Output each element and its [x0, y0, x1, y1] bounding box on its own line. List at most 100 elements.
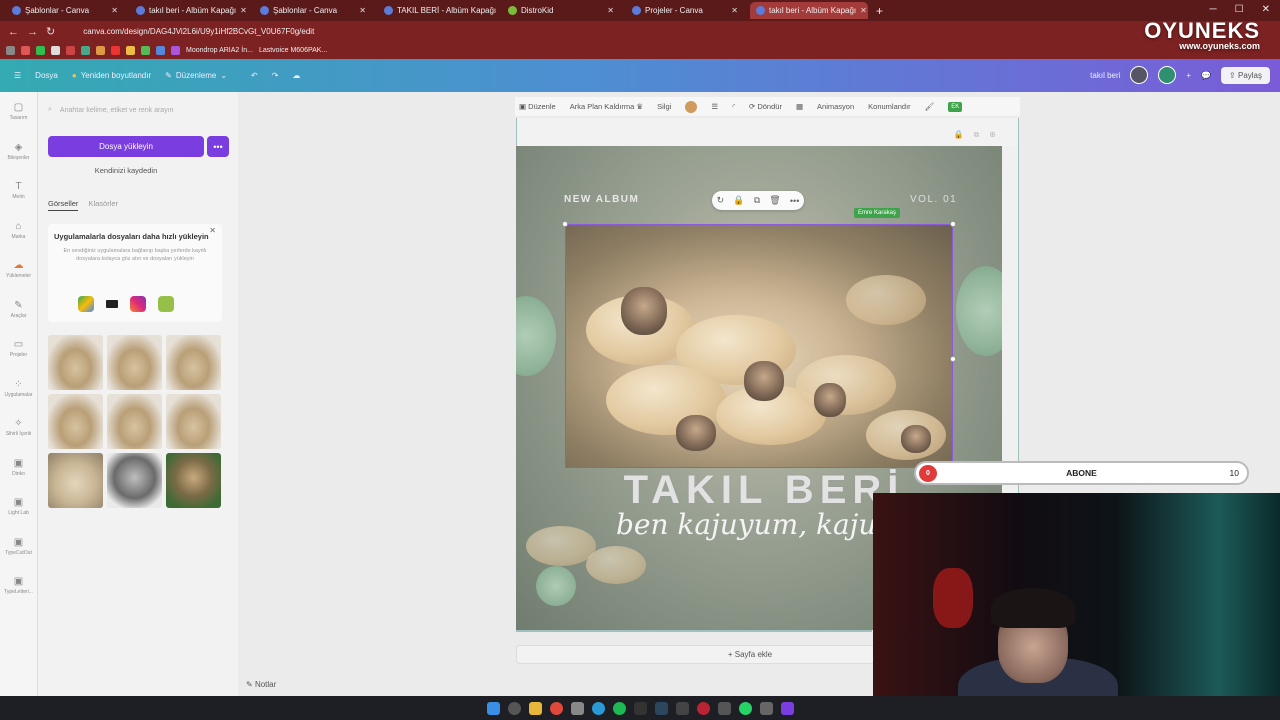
doc-title[interactable]: takıl beri	[1090, 71, 1120, 80]
bg-remove-button[interactable]: Arka Plan Kaldırma ♛	[570, 102, 643, 111]
resize-button[interactable]: ● Yeniden boyutlandır	[72, 71, 151, 80]
bookmark-icon[interactable]	[171, 46, 180, 55]
reload-icon[interactable]: ↻	[46, 25, 55, 38]
browser-tab-active[interactable]: takıl beri - Albüm Kapağı ✕	[750, 2, 868, 19]
bookmark-icon[interactable]	[141, 46, 150, 55]
app-icon[interactable]	[759, 701, 773, 715]
uploaded-image-thumb[interactable]	[107, 453, 162, 508]
dropbox-icon[interactable]	[106, 300, 118, 308]
spotify-icon[interactable]	[612, 701, 626, 715]
browser-tab[interactable]: DistroKid ✕	[502, 2, 620, 19]
bookmark-icon[interactable]	[81, 46, 90, 55]
back-icon[interactable]: ←	[8, 26, 19, 38]
search-input[interactable]: ⌕ Anahtar kelime, etiket ve renk arayın	[48, 106, 174, 114]
browser-tab[interactable]: Projeler - Canva ✕	[626, 2, 744, 19]
rail-item-elements[interactable]: ◈ Bileşenler	[0, 132, 37, 172]
tab-folders[interactable]: Klasörler	[88, 199, 118, 211]
uploaded-image-thumb[interactable]	[48, 453, 103, 508]
upload-files-button[interactable]: Dosya yükleyin	[48, 136, 204, 157]
add-page-icon[interactable]: ⊕	[989, 130, 996, 140]
rail-item-design[interactable]: ▢ Tasarım	[0, 92, 37, 132]
browser-tab[interactable]: Şablonlar - Canva ✕	[6, 2, 124, 19]
whatsapp-icon[interactable]	[738, 701, 752, 715]
trash-icon[interactable]: 🗑	[769, 195, 780, 206]
bookmark-icon[interactable]	[21, 46, 30, 55]
redo-icon[interactable]: ↷	[272, 71, 279, 80]
rail-item-brand[interactable]: ⌂ Marka	[0, 211, 37, 251]
apps-icon[interactable]	[6, 46, 15, 55]
rail-item-apps[interactable]: ⁘ Uygulamalar	[0, 369, 37, 409]
position-button[interactable]: Konumlandır	[868, 102, 911, 111]
bookmark-icon[interactable]	[51, 46, 60, 55]
edit-image-button[interactable]: ▣ Düzenle	[519, 102, 556, 111]
bookmark-icon[interactable]	[111, 46, 120, 55]
browser-tab[interactable]: Şablonlar - Canva ✕	[254, 2, 372, 19]
avatar[interactable]	[1130, 66, 1149, 84]
instagram-icon[interactable]	[130, 296, 146, 312]
bookmark-link[interactable]: Moondrop ARIA2 İn...	[186, 47, 253, 54]
chrome-icon[interactable]	[549, 701, 563, 715]
avatar[interactable]	[1158, 66, 1177, 84]
undo-icon[interactable]: ↶	[251, 71, 258, 80]
add-collaborator-icon[interactable]: +	[1186, 71, 1191, 80]
app-icon[interactable]	[717, 701, 731, 715]
rail-item-text[interactable]: T Metin	[0, 171, 37, 211]
rail-item-magic[interactable]: ✧ Sihirli İçerik	[0, 408, 37, 448]
volume-label[interactable]: VOL. 01	[910, 194, 957, 205]
url-field[interactable]: canva.com/design/DAG4JVi2L6i/U9y1iHf2BCv…	[83, 27, 314, 36]
file-menu[interactable]: Dosya	[35, 71, 58, 80]
new-tab-icon[interactable]: +	[876, 4, 883, 18]
cashew-photo[interactable]	[565, 224, 953, 468]
menu-icon[interactable]: ☰	[14, 71, 21, 80]
rail-item-tools[interactable]: ✎ Araçlar	[0, 290, 37, 330]
animate-button[interactable]: Animasyon	[817, 102, 854, 111]
share-button[interactable]: ⇪ Paylaş	[1221, 66, 1270, 84]
more-options-icon[interactable]: •••	[207, 136, 229, 157]
rail-item-app[interactable]: ▣ TypeCutOut	[0, 527, 37, 567]
telegram-icon[interactable]	[591, 701, 605, 715]
uploaded-image-thumb[interactable]	[48, 335, 103, 390]
browser-tab[interactable]: TAKIL BERİ - Albüm Kapağı✕	[378, 2, 496, 19]
forward-icon[interactable]: →	[27, 26, 38, 38]
duplicate-page-icon[interactable]: ⧉	[974, 130, 980, 140]
more-options-icon[interactable]: •••	[790, 196, 799, 206]
close-tab-icon[interactable]: ✕	[607, 6, 614, 15]
record-yourself-button[interactable]: Kendinizi kaydedin	[48, 166, 204, 175]
shopify-icon[interactable]	[158, 296, 174, 312]
bookmark-icon[interactable]	[66, 46, 75, 55]
uploaded-image-thumb[interactable]	[166, 335, 221, 390]
bookmark-icon[interactable]	[96, 46, 105, 55]
bookmark-icon[interactable]	[156, 46, 165, 55]
rotate-button[interactable]: ⟳ Döndür	[749, 102, 782, 111]
duplicate-icon[interactable]: ⧉	[754, 195, 760, 206]
close-tab-icon[interactable]: ✕	[731, 6, 738, 15]
bookmark-icon[interactable]	[36, 46, 45, 55]
close-tab-icon[interactable]: ✕	[860, 6, 867, 15]
rail-item-uploads[interactable]: ☁ Yüklemeler	[0, 250, 37, 290]
eraser-button[interactable]: Silgi	[657, 102, 671, 111]
uploaded-image-thumb[interactable]	[107, 335, 162, 390]
minimize-icon[interactable]: ─	[1210, 4, 1217, 15]
transparency-icon[interactable]: ▦	[796, 102, 803, 111]
uploaded-image-thumb[interactable]	[48, 394, 103, 449]
file-explorer-icon[interactable]	[528, 701, 542, 715]
lock-icon[interactable]: 🔒	[954, 130, 964, 140]
close-window-icon[interactable]: ✕	[1262, 4, 1270, 15]
app-icon[interactable]	[570, 701, 584, 715]
rail-item-app[interactable]: ▣ Dinko	[0, 448, 37, 488]
rail-item-app[interactable]: ▣ Light Lab	[0, 487, 37, 527]
album-subtitle[interactable]: ben kajuyum, kaju	[616, 508, 876, 541]
lock-icon[interactable]: 🔒	[733, 195, 744, 206]
close-tab-icon[interactable]: ✕	[359, 6, 366, 15]
new-album-label[interactable]: NEW ALBUM	[564, 194, 639, 205]
start-icon[interactable]	[486, 701, 500, 715]
close-tab-icon[interactable]: ✕	[240, 6, 247, 15]
resize-handle[interactable]	[950, 221, 956, 227]
close-tab-icon[interactable]: ✕	[111, 6, 118, 15]
google-drive-icon[interactable]	[78, 296, 94, 312]
maximize-icon[interactable]: ☐	[1235, 4, 1244, 15]
refresh-icon[interactable]: ↻	[717, 195, 725, 206]
uploaded-image-thumb[interactable]	[166, 394, 221, 449]
color-swatch[interactable]	[685, 100, 698, 113]
cloud-save-icon[interactable]: ☁	[292, 71, 300, 80]
